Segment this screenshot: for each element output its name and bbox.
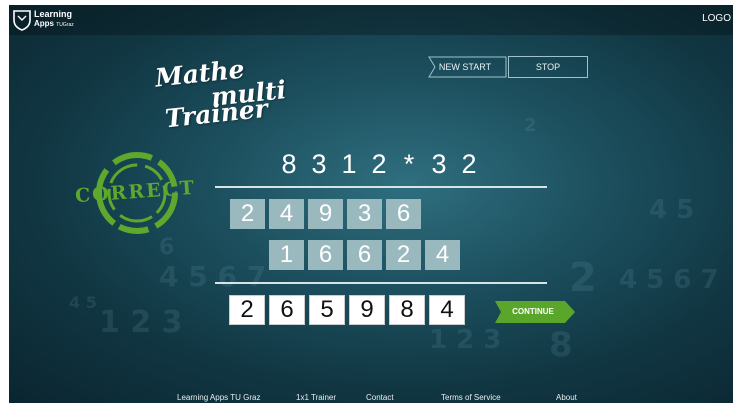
answer-row: 2 6 5 9 8 4 [229,295,469,325]
partial-digit: 6 [386,199,421,229]
footer-link-terms[interactable]: Terms of Service [441,393,501,402]
new-start-button[interactable]: NEW START [423,56,507,79]
correct-stamp: CORRECT [71,149,197,237]
footer-link-about[interactable]: About [556,393,577,402]
logo-placeholder: LOGO [702,13,731,24]
footer: Learning Apps TU Graz 1x1 Trainer Contac… [9,393,733,403]
answer-digit-input[interactable]: 6 [269,295,305,325]
answer-digit-input[interactable]: 4 [429,295,465,325]
partial-digit: 4 [425,240,460,270]
answer-digit-input[interactable]: 5 [309,295,345,325]
continue-label: CONTINUE [512,307,554,316]
continue-button[interactable]: CONTINUE [495,300,577,324]
problem-divider [215,186,547,188]
partial-digit: 6 [347,240,382,270]
stop-button[interactable]: STOP [508,56,588,78]
app-title: Mathe multi Trainer [154,54,305,149]
top-bar: Learning Apps TUGraz LOGO [9,5,733,35]
partial-digit: 6 [308,240,343,270]
partial-digit: 2 [386,240,421,270]
problem-token: 8 [281,149,297,179]
partial-digit: 3 [347,199,382,229]
answer-digit-input[interactable]: 9 [349,295,385,325]
problem-token: 2 [371,149,387,179]
brand-line3: TUGraz [56,22,74,28]
title-line3: Trainer [163,93,270,134]
footer-link-learningapps[interactable]: Learning Apps TU Graz [177,393,260,402]
problem-token: 3 [431,149,447,179]
new-start-label: NEW START [438,62,492,72]
multiplication-problem: 8 3 1 2 * 3 2 [274,149,484,185]
problem-token: 2 [461,149,477,179]
answer-digit-input[interactable]: 2 [229,295,265,325]
answer-digit-input[interactable]: 8 [389,295,425,325]
partial-product-row-2: 1 6 6 2 4 [269,240,464,270]
problem-token: 1 [341,149,357,179]
footer-link-contact[interactable]: Contact [366,393,394,402]
partial-digit: 4 [269,199,304,229]
problem-token: * [403,149,415,179]
app-frame: 4 5 6 7 1 2 3 4 5 1 2 3 8 4 5 4 5 6 7 2 … [9,5,733,403]
partial-digit: 9 [308,199,343,229]
footer-link-1x1-trainer[interactable]: 1x1 Trainer [296,393,336,402]
problem-token: 3 [311,149,327,179]
brand-line2: Apps [34,19,54,28]
brand-line1: Learning [34,9,73,19]
partial-digit: 2 [230,199,265,229]
shield-icon [13,10,31,31]
result-divider [215,282,547,284]
partial-product-row-1: 2 4 9 3 6 [230,199,425,229]
learningapps-logo[interactable]: Learning Apps TUGraz [13,7,74,33]
partial-digit: 1 [269,240,304,270]
